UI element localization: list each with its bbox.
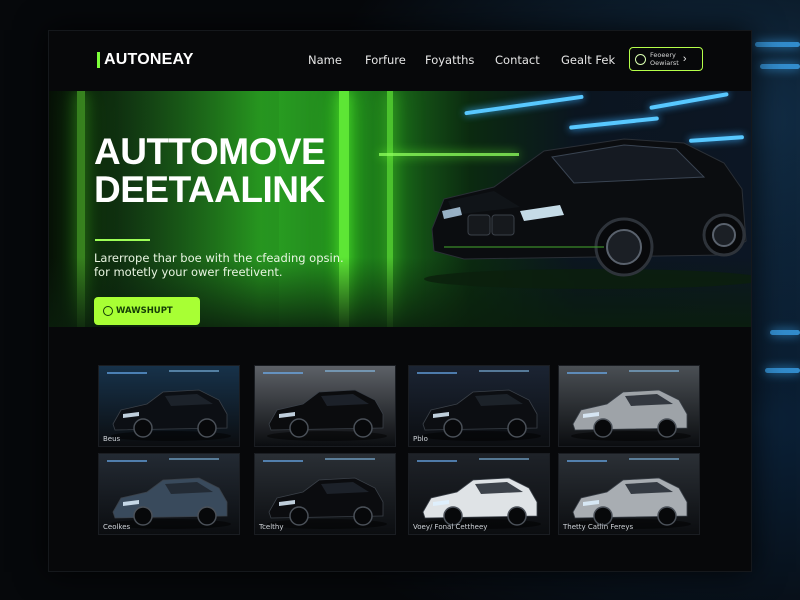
nav-link-foyatths[interactable]: Foyatths	[425, 53, 474, 67]
gallery-tile[interactable]: Ceolkes	[98, 453, 240, 535]
gallery-tile[interactable]	[254, 365, 396, 447]
nav-link-name[interactable]: Name	[308, 53, 342, 67]
ceiling-light	[569, 116, 659, 130]
hero-title-line-2: DEETAALINK	[94, 169, 325, 210]
title-underline	[95, 239, 150, 241]
ceiling-light	[649, 92, 729, 110]
ceiling-light-strip	[755, 42, 800, 47]
car-photo	[263, 370, 387, 441]
gallery-tile[interactable]: Voey/ Fonal Cettheey	[408, 453, 550, 535]
gallery-tile[interactable]: Pblo	[408, 365, 550, 447]
nav-link-gealt-fek[interactable]: Gealt Fek	[561, 53, 615, 67]
nav-link-forfure[interactable]: Forfure	[365, 53, 406, 67]
hero-cta-label: WAWSHUPT	[116, 306, 173, 316]
phone-icon	[103, 306, 113, 316]
logo[interactable]: AUTONEAY	[97, 51, 194, 69]
gallery-tile[interactable]	[558, 365, 700, 447]
header-cta-button[interactable]: Feoeery Oewiarst ›	[629, 47, 703, 71]
tile-caption: Thetty Catlin Fereys	[563, 523, 634, 531]
car-photo	[567, 370, 691, 441]
cta-line-1: Feoeery	[650, 51, 676, 59]
hero-title: AUTTOMOVE DEETAALINK	[94, 131, 326, 210]
gallery-tile[interactable]: Beus	[98, 365, 240, 447]
circle-icon	[635, 53, 646, 65]
tile-caption: Tcelthy	[259, 523, 284, 531]
tile-caption: Beus	[103, 435, 121, 443]
ceiling-light-strip	[765, 368, 800, 373]
hero-title-line-1: AUTTOMOVE	[94, 131, 326, 172]
ceiling-light	[464, 94, 584, 116]
car-photo	[417, 370, 541, 441]
chevron-right-icon: ›	[682, 53, 687, 65]
web-page: AUTONEAY Name Forfure Foyatths Contact G…	[48, 30, 752, 572]
nav-link-contact[interactable]: Contact	[495, 53, 540, 67]
hero-banner: AUTTOMOVE DEETAALINK Larerrope thar boe …	[49, 91, 751, 327]
hero-car-image	[424, 138, 751, 289]
ceiling-light-strip	[760, 64, 800, 69]
logo-text: AUTONEAY	[104, 51, 194, 68]
tile-caption: Ceolkes	[103, 523, 131, 531]
hero-cta-button[interactable]: WAWSHUPT	[94, 297, 200, 325]
top-navigation: AUTONEAY Name Forfure Foyatths Contact G…	[49, 31, 751, 91]
gallery-tile[interactable]: Thetty Catlin Fereys	[558, 453, 700, 535]
gallery-tile[interactable]: Tcelthy	[254, 453, 396, 535]
cta-line-2: Oewiarst	[650, 59, 679, 67]
tile-caption: Pblo	[413, 435, 428, 443]
logo-mark	[97, 52, 100, 68]
hero-description: Larerrope thar boe with the cfeading ops…	[94, 251, 344, 279]
tile-caption: Voey/ Fonal Cettheey	[413, 523, 488, 531]
ceiling-light-strip	[770, 330, 800, 335]
